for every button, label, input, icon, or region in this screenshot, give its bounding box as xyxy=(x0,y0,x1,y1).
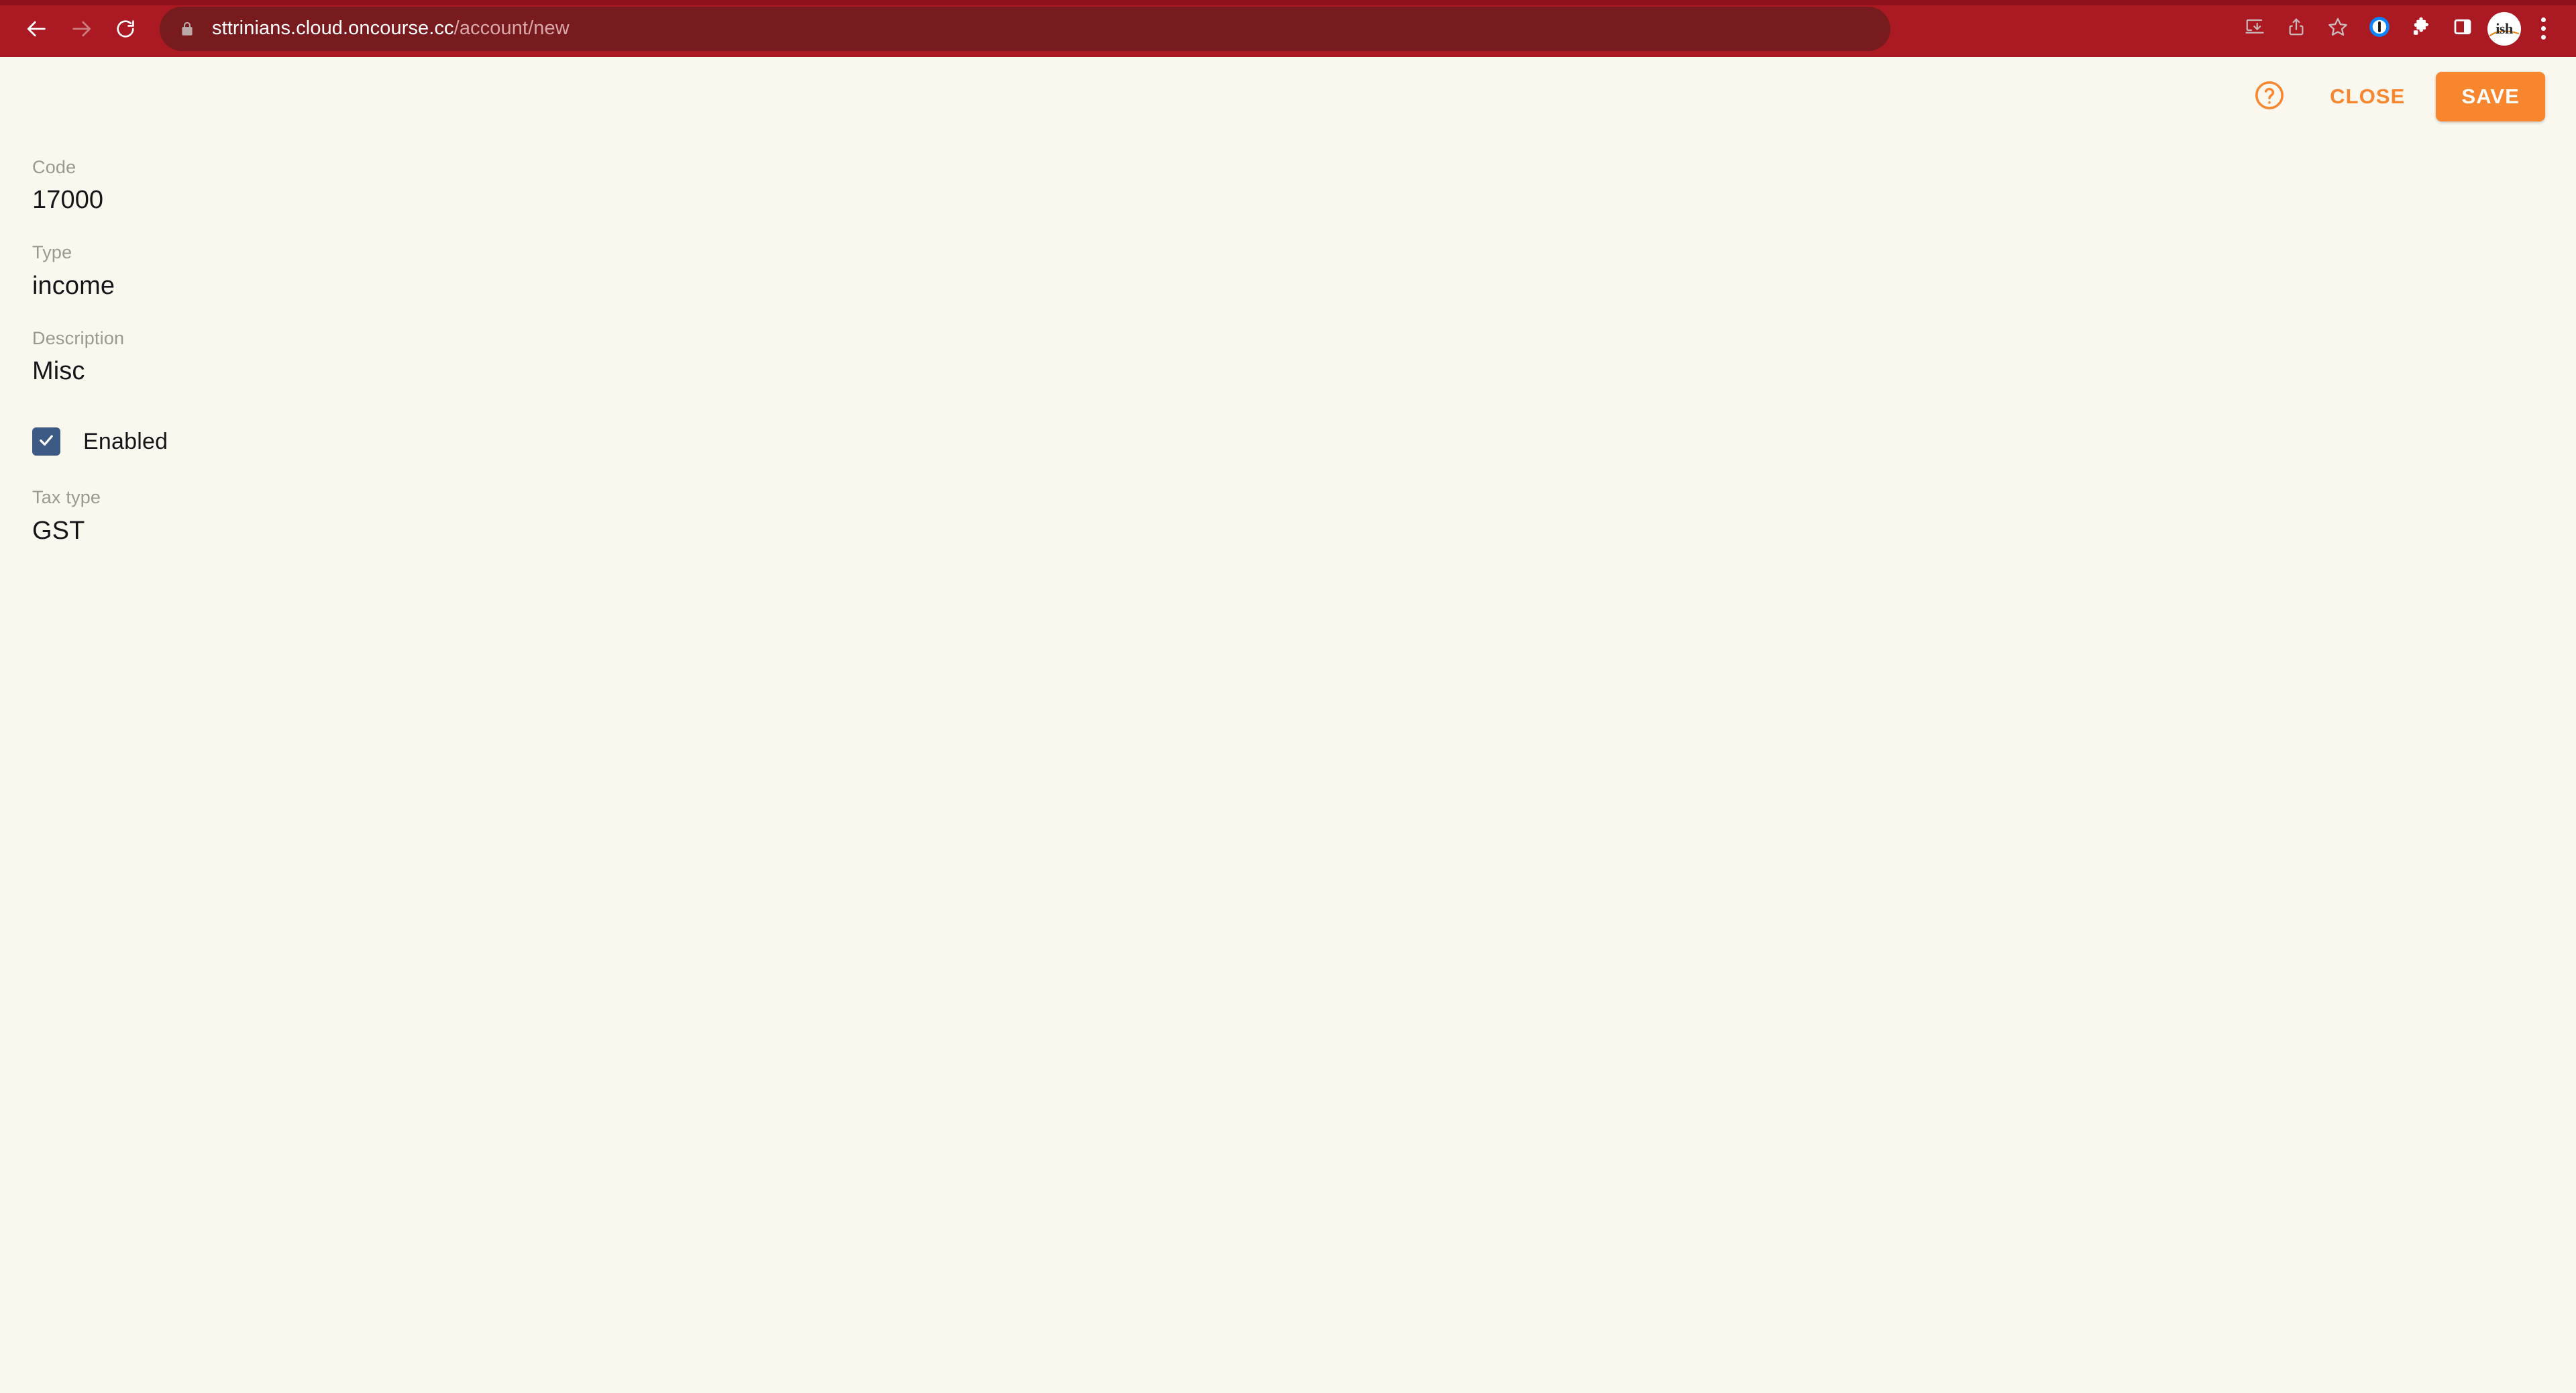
kebab-menu-icon xyxy=(2540,35,2546,40)
back-button[interactable] xyxy=(15,7,59,51)
field-code: Code 17000 xyxy=(32,156,2576,216)
extensions-button[interactable] xyxy=(2400,8,2442,50)
field-value-description[interactable]: Misc xyxy=(32,356,2576,387)
field-tax-type: Tax type GST xyxy=(32,486,2576,546)
enabled-checkbox[interactable] xyxy=(32,427,60,456)
enabled-checkbox-label[interactable]: Enabled xyxy=(83,429,168,455)
share-icon xyxy=(2286,17,2306,40)
share-button[interactable] xyxy=(2275,8,2317,50)
avatar: ish xyxy=(2487,11,2521,46)
bookmark-star-icon xyxy=(2327,16,2349,41)
install-app-icon xyxy=(2245,17,2265,40)
app-action-bar: CLOSE SAVE xyxy=(0,57,2576,136)
side-panel-icon xyxy=(2453,17,2473,40)
avatar-label: ish xyxy=(2496,19,2513,37)
account-form: Code 17000 Type income Description Misc … xyxy=(0,136,2576,547)
profile-button[interactable]: ish xyxy=(2483,8,2525,50)
help-circle-icon xyxy=(2253,79,2286,115)
bookmark-button[interactable] xyxy=(2317,8,2359,50)
reload-icon xyxy=(115,18,136,40)
side-panel-button[interactable] xyxy=(2442,8,2483,50)
browser-toolbar-actions: ish xyxy=(2234,7,2561,51)
field-label-type: Type xyxy=(32,242,72,263)
page-content: CLOSE SAVE Code 17000 Type income Descri… xyxy=(0,57,2576,1393)
address-bar-url: sttrinians.cloud.oncourse.cc/account/new xyxy=(212,17,570,40)
kebab-menu-icon xyxy=(2540,17,2546,22)
address-bar-path: /account/new xyxy=(453,17,570,39)
forward-button[interactable] xyxy=(59,7,103,51)
browser-menu-button[interactable] xyxy=(2525,8,2561,50)
field-value-tax-type[interactable]: GST xyxy=(32,516,2576,547)
field-value-type[interactable]: income xyxy=(32,271,2576,302)
onepassword-icon xyxy=(2368,15,2391,42)
address-bar-host: sttrinians.cloud.oncourse.cc xyxy=(212,17,454,39)
onepassword-button[interactable] xyxy=(2359,8,2400,50)
save-button[interactable]: SAVE xyxy=(2436,72,2545,121)
arrow-right-icon xyxy=(70,17,93,40)
field-value-code[interactable]: 17000 xyxy=(32,185,2576,216)
field-label-description: Description xyxy=(32,327,125,348)
reload-button[interactable] xyxy=(103,7,148,51)
help-button[interactable] xyxy=(2249,76,2290,117)
lock-icon[interactable] xyxy=(177,19,197,39)
extensions-puzzle-icon xyxy=(2410,16,2432,41)
field-type: Type income xyxy=(32,242,2576,301)
field-enabled[interactable]: Enabled xyxy=(32,427,2576,456)
field-label-code: Code xyxy=(32,157,76,177)
install-app-button[interactable] xyxy=(2234,8,2275,50)
field-label-tax-type: Tax type xyxy=(32,487,101,508)
kebab-menu-icon xyxy=(2540,26,2546,31)
arrow-left-icon xyxy=(25,17,48,40)
browser-nav-buttons xyxy=(15,7,148,51)
browser-toolbar: sttrinians.cloud.oncourse.cc/account/new xyxy=(0,0,2576,57)
checkmark-icon xyxy=(37,431,56,453)
address-bar[interactable]: sttrinians.cloud.oncourse.cc/account/new xyxy=(160,6,1890,51)
close-button[interactable]: CLOSE xyxy=(2315,75,2420,118)
field-description: Description Misc xyxy=(32,327,2576,387)
